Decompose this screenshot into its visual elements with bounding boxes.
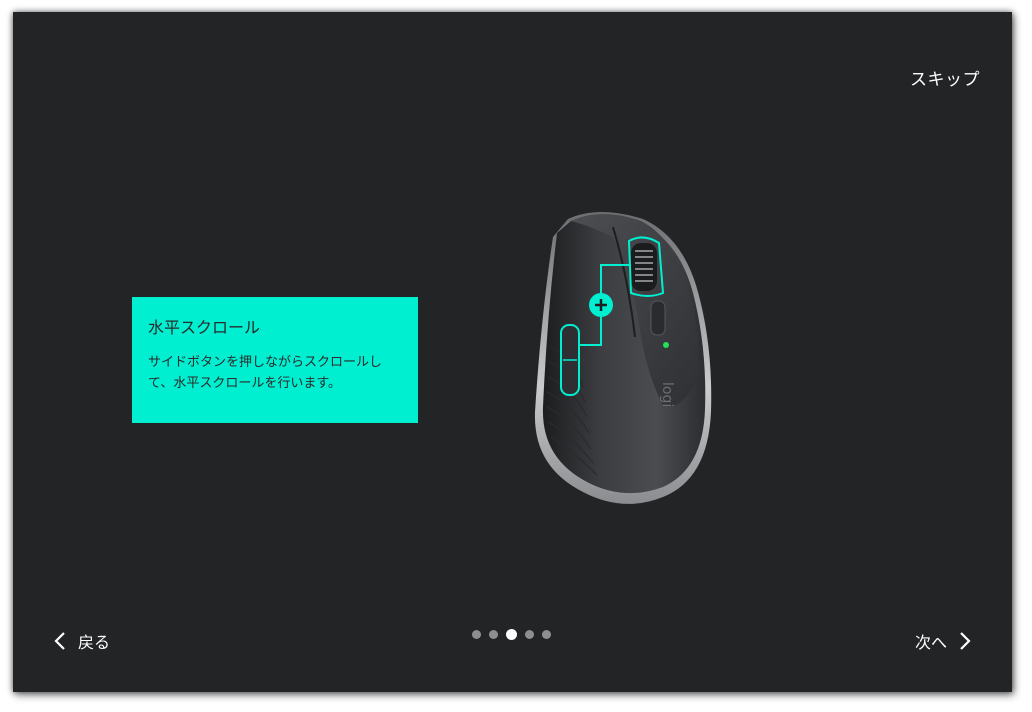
next-label: 次へ [914,633,947,652]
feature-description: サイドボタンを押しながらスクロールして、水平スクロールを行います。 [148,355,383,391]
chevron-right-icon [960,632,971,650]
pagination-dots [472,629,551,640]
page-dot-5[interactable] [542,630,551,639]
back-label: 戻る [78,633,111,652]
feature-title: 水平スクロール [148,318,261,337]
svg-text:logi: logi [659,382,675,407]
page-dot-2[interactable] [489,630,498,639]
page-dot-3[interactable] [506,629,517,640]
back-button[interactable]: 戻る [53,629,110,653]
skip-button[interactable]: スキップ [910,65,980,90]
onboarding-window: スキップ 水平スクロール サイドボタンを押しながらスクロールして、水平スクロール… [13,12,1012,692]
next-button[interactable]: 次へ [915,629,972,653]
chevron-left-icon [54,632,65,650]
mouse-illustration: logi [513,197,723,507]
feature-info-card: 水平スクロール サイドボタンを押しながらスクロールして、水平スクロールを行います… [132,297,418,423]
page-dot-4[interactable] [525,630,534,639]
page-dot-1[interactable] [472,630,481,639]
